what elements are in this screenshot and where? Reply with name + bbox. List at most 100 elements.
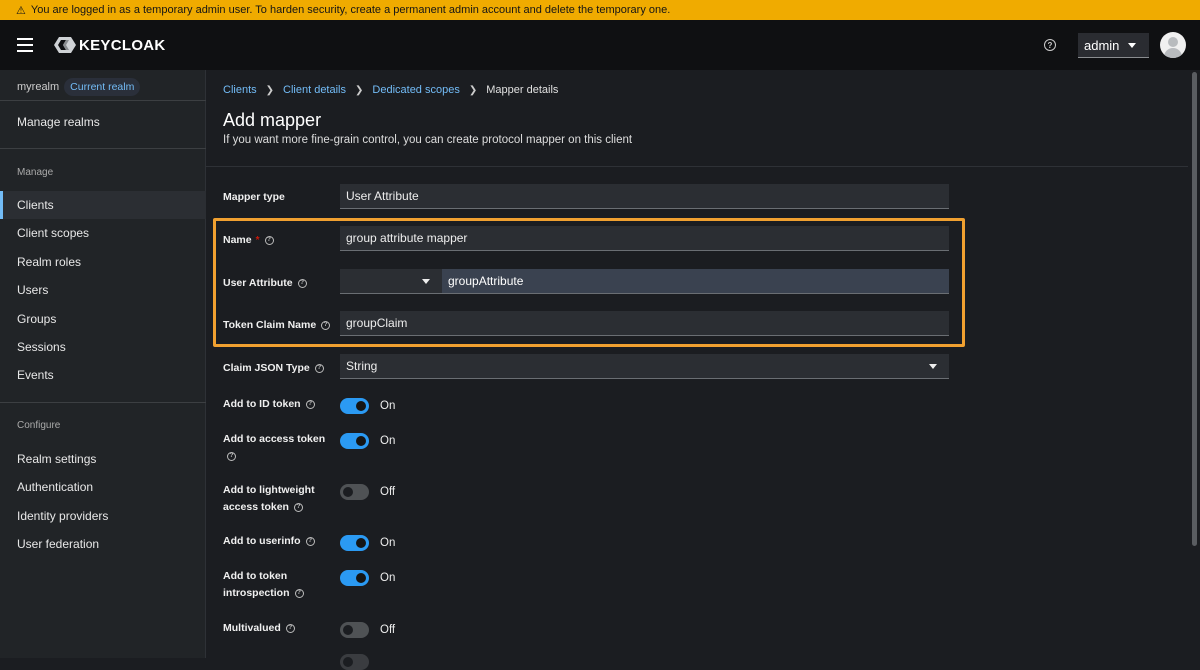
help-icon[interactable]: ?	[264, 235, 274, 245]
toggle-state: Off	[380, 624, 396, 636]
help-icon[interactable]: ?	[321, 320, 331, 330]
field-label-text: Add to lightweight	[223, 484, 315, 496]
field-value: group attribute mapper	[346, 231, 468, 245]
sidebar-item-label: Manage realms	[17, 115, 100, 129]
sidebar-item-label: Authentication	[17, 480, 94, 494]
sidebar-item-users[interactable]: Users	[0, 276, 206, 304]
add-to-lightweight-access-token-label: Add to lightweight	[223, 484, 315, 496]
sidebar-item-client-scopes[interactable]: Client scopes	[0, 219, 206, 247]
sidebar-divider	[0, 100, 206, 101]
add-to-token-introspection-toggle[interactable]	[340, 570, 369, 586]
sidebar-item-label: Groups	[17, 312, 57, 326]
field-label-text: Add to userinfo	[223, 535, 301, 547]
multivalued-label: Multivalued ?	[223, 622, 295, 634]
user-dropdown[interactable]: admin	[1078, 33, 1149, 58]
scrollbar[interactable]	[1189, 70, 1200, 658]
multivalued-toggle[interactable]	[340, 622, 369, 638]
chevron-right-icon: ❯	[468, 84, 478, 96]
sidebar-item-label: Clients	[17, 198, 54, 212]
sidebar-item-authentication[interactable]: Authentication	[0, 473, 206, 501]
chevron-down-icon	[422, 279, 430, 284]
breadcrumb-clients[interactable]: Clients	[223, 84, 257, 96]
field-label-text: Mapper type	[223, 191, 285, 203]
next-toggle-partial[interactable]	[340, 654, 369, 670]
field-label-text: introspection	[223, 587, 290, 599]
toggle-state: On	[380, 572, 396, 584]
token-claim-name-label: Token Claim Name ?	[223, 319, 331, 331]
toggle-state: On	[380, 435, 396, 447]
header-divider	[206, 166, 1188, 167]
sidebar-item-label: Users	[17, 283, 49, 297]
user-attribute-input[interactable]: groupAttribute	[442, 269, 949, 294]
breadcrumb-dedicated-scopes[interactable]: Dedicated scopes	[372, 84, 459, 96]
brand-name: KEYCLOAK	[79, 36, 166, 54]
sidebar-item-groups[interactable]: Groups	[0, 305, 206, 333]
field-label-text: Multivalued	[223, 622, 281, 634]
help-icon[interactable]: ?	[314, 363, 324, 373]
help-icon[interactable]: ?	[305, 399, 315, 409]
chevron-right-icon: ❯	[355, 84, 364, 96]
help-icon[interactable]: ?	[1044, 39, 1056, 51]
field-label-text: User Attribute	[223, 277, 293, 289]
sidebar-item-sessions[interactable]: Sessions	[0, 333, 206, 361]
mapper-type-label: Mapper type	[223, 191, 285, 203]
field-label-text: Add to ID token	[223, 398, 301, 410]
name-input[interactable]: group attribute mapper	[340, 226, 949, 251]
field-label-text: access token	[223, 501, 289, 513]
sidebar-item-manage-realms[interactable]: Manage realms	[0, 108, 206, 136]
help-icon[interactable]: ?	[294, 588, 304, 598]
hamburger-menu-icon[interactable]	[17, 38, 33, 52]
add-to-lightweight-access-token-label-line2: access token ?	[223, 501, 303, 513]
breadcrumb-client-details[interactable]: Client details	[283, 84, 346, 96]
breadcrumb: Clients ❯ Client details ❯ Dedicated sco…	[223, 84, 558, 96]
sidebar-section-manage: Manage	[17, 167, 54, 178]
user-attribute-select[interactable]	[340, 269, 442, 294]
sidebar-item-user-federation[interactable]: User federation	[0, 530, 206, 558]
sidebar-divider	[0, 402, 206, 403]
add-to-lightweight-access-token-toggle[interactable]	[340, 484, 369, 500]
sidebar-item-events[interactable]: Events	[0, 361, 206, 389]
toggle-state: On	[380, 537, 396, 549]
add-to-userinfo-label: Add to userinfo ?	[223, 535, 315, 547]
warning-icon: ⚠	[16, 4, 26, 17]
realm-selector[interactable]: myrealm Current realm	[17, 78, 141, 96]
temporary-admin-banner: ⚠ You are logged in as a temporary admin…	[0, 0, 1200, 20]
sidebar-item-label: Sessions	[17, 340, 66, 354]
sidebar-item-realm-settings[interactable]: Realm settings	[0, 445, 206, 473]
name-label: Name * ?	[223, 234, 274, 246]
sidebar-item-clients[interactable]: Clients	[0, 191, 206, 219]
sidebar-item-label: Realm roles	[17, 255, 82, 269]
field-label-text: Add to access token	[223, 433, 326, 445]
mapper-type-field: User Attribute	[340, 184, 949, 209]
toggle-state: On	[380, 400, 396, 412]
add-to-access-token-toggle[interactable]	[340, 433, 369, 449]
avatar[interactable]	[1160, 32, 1186, 58]
field-label-text: Claim JSON Type	[223, 362, 310, 374]
sidebar-item-label: Events	[17, 368, 54, 382]
add-to-userinfo-toggle[interactable]	[340, 535, 369, 551]
field-value: groupClaim	[346, 316, 408, 330]
chevron-down-icon	[1128, 43, 1136, 48]
help-icon[interactable]: ?	[293, 502, 303, 512]
help-icon[interactable]: ?	[285, 623, 295, 633]
token-claim-name-input[interactable]: groupClaim	[340, 311, 949, 336]
add-to-token-introspection-label-line2: introspection ?	[223, 587, 304, 599]
current-realm-badge: Current realm	[64, 78, 141, 96]
chevron-down-icon	[929, 364, 937, 369]
scrollbar-thumb[interactable]	[1192, 72, 1197, 546]
claim-json-type-select[interactable]: String	[340, 354, 949, 379]
add-to-id-token-toggle[interactable]	[340, 398, 369, 414]
sidebar-item-label: Client scopes	[17, 226, 90, 240]
page-subtitle: If you want more fine-grain control, you…	[223, 134, 633, 146]
help-icon[interactable]: ?	[297, 278, 307, 288]
keycloak-logo[interactable]: KEYCLOAK	[54, 36, 166, 54]
sidebar-item-realm-roles[interactable]: Realm roles	[0, 248, 206, 276]
user-name: admin	[1084, 37, 1120, 53]
sidebar-item-label: User federation	[17, 537, 100, 551]
help-icon[interactable]: ?	[227, 452, 236, 461]
sidebar-item-identity-providers[interactable]: Identity providers	[0, 502, 206, 530]
select-value: String	[346, 359, 378, 373]
user-attribute-label: User Attribute ?	[223, 277, 307, 289]
help-icon[interactable]: ?	[305, 536, 315, 546]
sidebar-section-configure: Configure	[17, 420, 61, 431]
